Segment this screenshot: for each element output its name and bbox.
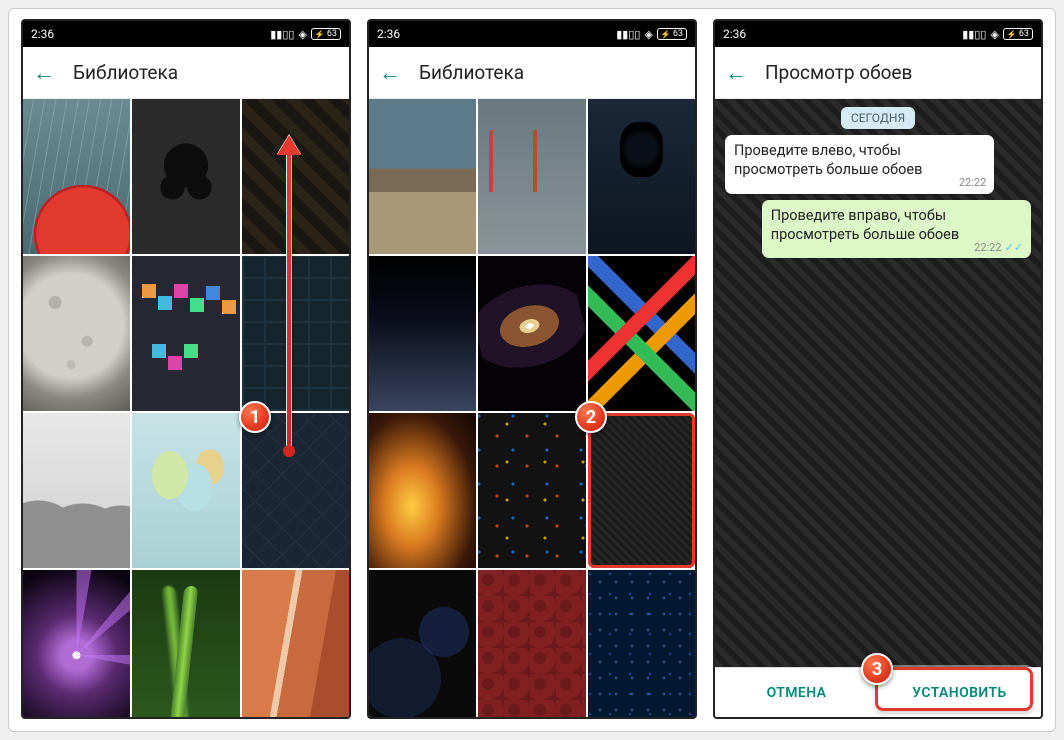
wifi-icon: ◈: [644, 28, 652, 41]
wallpaper-tile[interactable]: [23, 256, 130, 411]
wallpaper-tile[interactable]: [132, 570, 239, 717]
status-bar: 2:36 ▮▮▯▯ ◈ 63: [715, 21, 1041, 47]
page-title: Просмотр обоев: [765, 61, 912, 84]
phone-screen-3: 2:36 ▮▮▯▯ ◈ 63 ← Просмотр обоев СЕГОДНЯ …: [713, 19, 1043, 719]
message-time: 22:22: [959, 176, 986, 190]
status-bar: 2:36 ▮▮▯▯ ◈ 63: [23, 21, 349, 47]
signal-icon: ▮▮▯▯: [616, 28, 640, 41]
clock: 2:36: [377, 27, 400, 41]
outgoing-message: Проведите вправо, чтобы просмотреть боль…: [762, 200, 1031, 259]
battery-indicator: 63: [1003, 28, 1033, 40]
app-bar: ← Просмотр обоев: [715, 47, 1041, 99]
wallpaper-tile[interactable]: [369, 570, 476, 717]
clock: 2:36: [723, 27, 746, 41]
cancel-button[interactable]: ОТМЕНА: [715, 668, 878, 717]
battery-indicator: 63: [657, 28, 687, 40]
page-title: Библиотека: [73, 61, 178, 84]
wallpaper-tile[interactable]: [478, 413, 585, 568]
message-text: Проведите влево, чтобы просмотреть больш…: [734, 142, 922, 178]
swipe-up-arrow-icon: [287, 141, 291, 451]
wifi-icon: ◈: [298, 28, 306, 41]
signal-icon: ▮▮▯▯: [270, 28, 294, 41]
phone-screen-2: 2:36 ▮▮▯▯ ◈ 63 ← Библиотека 2: [367, 19, 697, 719]
battery-indicator: 63: [311, 28, 341, 40]
wallpaper-tile[interactable]: [588, 256, 695, 411]
message-time: 22:22 ✓✓: [974, 241, 1023, 255]
wallpaper-tile[interactable]: [369, 256, 476, 411]
wallpaper-tile[interactable]: [478, 256, 585, 411]
wallpaper-tile[interactable]: [23, 413, 130, 568]
step-badge-3: 3: [861, 653, 893, 685]
back-arrow-icon[interactable]: ←: [33, 60, 55, 86]
app-bar: ← Библиотека: [369, 47, 695, 99]
date-chip: СЕГОДНЯ: [841, 107, 915, 129]
message-text: Проведите вправо, чтобы просмотреть боль…: [771, 207, 959, 243]
wallpaper-grid[interactable]: [369, 99, 695, 717]
wallpaper-tile[interactable]: [588, 570, 695, 717]
wallpaper-tile[interactable]: [23, 570, 130, 717]
wallpaper-tile[interactable]: [132, 256, 239, 411]
wallpaper-tile[interactable]: [242, 256, 349, 411]
signal-icon: ▮▮▯▯: [962, 28, 986, 41]
app-bar: ← Библиотека: [23, 47, 349, 99]
wallpaper-tile[interactable]: [132, 413, 239, 568]
wallpaper-grid[interactable]: [23, 99, 349, 717]
wallpaper-tile[interactable]: [369, 99, 476, 254]
wallpaper-tile[interactable]: [132, 99, 239, 254]
wifi-icon: ◈: [990, 28, 998, 41]
back-arrow-icon[interactable]: ←: [379, 60, 401, 86]
wallpaper-tile[interactable]: [23, 99, 130, 254]
chat-preview: СЕГОДНЯ Проведите влево, чтобы просмотре…: [715, 99, 1041, 667]
wallpaper-preview[interactable]: СЕГОДНЯ Проведите влево, чтобы просмотре…: [715, 99, 1041, 717]
incoming-message: Проведите влево, чтобы просмотреть больш…: [725, 135, 994, 194]
wallpaper-tile[interactable]: [242, 570, 349, 717]
step-badge-1: 1: [239, 401, 271, 433]
status-bar: 2:36 ▮▮▯▯ ◈ 63: [369, 21, 695, 47]
set-button[interactable]: УСТАНОВИТЬ: [878, 668, 1041, 717]
tutorial-panel: 2:36 ▮▮▯▯ ◈ 63 ← Библиотека 1: [8, 8, 1056, 732]
step-badge-2: 2: [575, 401, 607, 433]
clock: 2:36: [31, 27, 54, 41]
wallpaper-tile[interactable]: [242, 413, 349, 568]
page-title: Библиотека: [419, 61, 524, 84]
wallpaper-tile-selected[interactable]: [588, 413, 695, 568]
wallpaper-tile[interactable]: [369, 413, 476, 568]
wallpaper-tile[interactable]: [588, 99, 695, 254]
wallpaper-tile[interactable]: [478, 99, 585, 254]
back-arrow-icon[interactable]: ←: [725, 60, 747, 86]
wallpaper-tile[interactable]: [478, 570, 585, 717]
read-ticks-icon: ✓✓: [1005, 241, 1023, 255]
phone-screen-1: 2:36 ▮▮▯▯ ◈ 63 ← Библиотека 1: [21, 19, 351, 719]
